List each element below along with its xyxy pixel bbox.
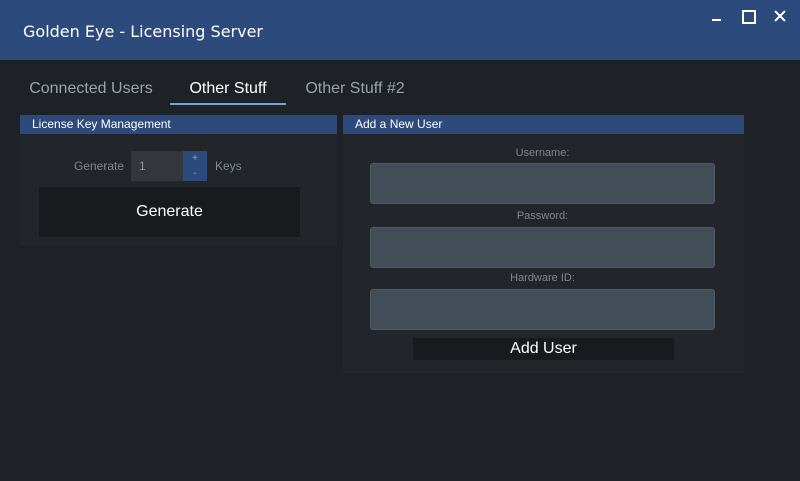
tab-other-stuff[interactable]: Other Stuff [170, 79, 286, 105]
title-bar: Golden Eye - Licensing Server [0, 0, 800, 60]
license-panel-header: License Key Management [20, 115, 337, 134]
minimize-icon[interactable] [709, 8, 725, 24]
stepper-buttons: + - [183, 151, 207, 181]
hardware-id-label: Hardware ID: [510, 272, 575, 284]
add-user-button[interactable]: Add User [413, 338, 674, 360]
tab-connected-users[interactable]: Connected Users [20, 79, 162, 105]
add-user-panel: Add a New User Username: Password: Hardw… [343, 115, 744, 373]
app-window: Golden Eye - Licensing Server Connected … [0, 0, 800, 481]
password-field[interactable] [370, 227, 715, 268]
close-icon[interactable] [772, 8, 788, 24]
generate-button[interactable]: Generate [39, 187, 300, 237]
add-user-panel-header: Add a New User [343, 115, 744, 134]
username-field[interactable] [370, 163, 715, 204]
key-count-stepper[interactable]: 1 + - [131, 151, 207, 181]
decrement-icon[interactable]: - [183, 166, 207, 181]
generate-label: Generate [74, 159, 125, 173]
tab-other-stuff-2[interactable]: Other Stuff #2 [296, 79, 414, 105]
maximize-icon[interactable] [740, 8, 756, 24]
increment-icon[interactable]: + [183, 151, 207, 166]
license-key-panel: License Key Management Generate 1 + - Ke… [20, 115, 337, 246]
hardware-id-field[interactable] [370, 289, 715, 330]
username-label: Username: [515, 147, 570, 159]
password-label: Password: [516, 210, 569, 222]
window-title: Golden Eye - Licensing Server [23, 22, 263, 41]
keys-label: Keys [215, 159, 242, 173]
key-count-value[interactable]: 1 [139, 159, 146, 173]
